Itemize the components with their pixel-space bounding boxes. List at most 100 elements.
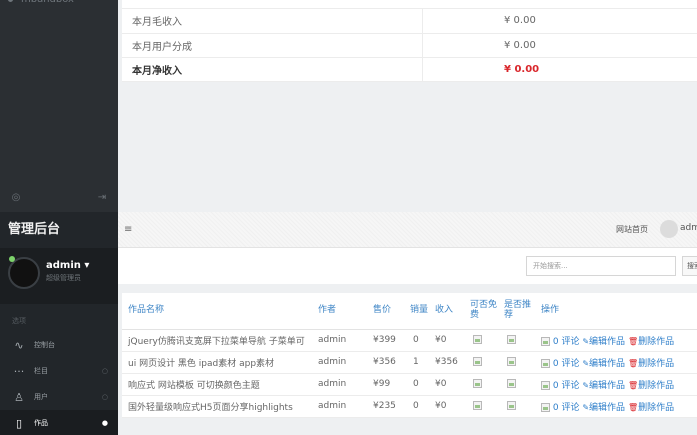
cell-recommend[interactable] — [501, 395, 535, 418]
col-header-recommend[interactable]: 是否推荐 — [501, 293, 535, 330]
delete-link[interactable]: 删除作品 — [638, 403, 674, 413]
image-icon — [507, 335, 516, 344]
menu-toggle-icon[interactable]: ≡ — [124, 224, 132, 235]
col-header-free[interactable]: 可否免费 — [467, 293, 501, 330]
delete-link[interactable]: 删除作品 — [638, 359, 674, 369]
user-icon: ♙ — [14, 390, 24, 404]
sidebar-brand[interactable]: 管理后台 — [0, 212, 118, 248]
image-icon — [541, 402, 550, 412]
trash-icon: 🗑 — [627, 358, 639, 368]
trash-icon: 🗑 — [627, 336, 639, 346]
online-status-icon — [9, 256, 15, 262]
comment-link[interactable]: 0 评论 — [553, 359, 580, 369]
image-icon — [473, 379, 482, 388]
works-header-row: 作品名称 作者 售价 销量 收入 可否免费 是否推荐 操作 — [122, 293, 697, 330]
cell-recommend[interactable] — [501, 329, 535, 352]
cell-sales: 1 — [407, 351, 429, 374]
site-home-link[interactable]: 网站首页 — [616, 224, 648, 235]
col-header-sales[interactable]: 销量 — [407, 293, 429, 330]
summary-cap — [122, 0, 697, 9]
cell-author: admin — [312, 329, 367, 352]
cell-ops: 0 评论 ✎编辑作品 🗑删除作品 — [535, 373, 697, 396]
cell-author: admin — [312, 351, 367, 374]
col-header-price[interactable]: 售价 — [367, 293, 407, 330]
image-icon — [541, 380, 550, 390]
summary-value: ¥ 0.00 — [494, 33, 697, 58]
edit-link[interactable]: 编辑作品 — [589, 381, 625, 391]
user-name[interactable]: admin ▾ — [46, 260, 89, 271]
comment-link[interactable]: 0 评论 — [553, 381, 580, 391]
sidebar-item-works[interactable]: ▯ 作品 ● — [0, 410, 118, 435]
summary-row: 本月用户分成 ¥ 0.00 — [122, 33, 697, 58]
sidebar: 管理后台 admin ▾ 超级管理员 选项 ∿ 控制台 ··· 栏目 ○ ♙ 用… — [0, 212, 118, 435]
delete-link[interactable]: 删除作品 — [638, 381, 674, 391]
search-input[interactable]: 开始搜索... — [526, 256, 676, 276]
comment-link[interactable]: 0 评论 — [553, 403, 580, 413]
image-icon — [541, 358, 550, 368]
user-panel: admin ▾ 超级管理员 — [0, 248, 118, 304]
cell-price: ¥356 — [367, 351, 407, 374]
sidebar-item-users[interactable]: ♙ 用户 ○ — [0, 384, 118, 410]
toolbar: 开始搜索... 搜索 — [118, 248, 697, 284]
cell-title[interactable]: 国外轻量级响应式H5页面分享highlights — [122, 395, 312, 418]
image-icon — [473, 335, 482, 344]
brand-dot-icon — [8, 0, 13, 2]
sidebar-item-dashboard[interactable]: ∿ 控制台 — [0, 332, 118, 358]
image-icon — [473, 357, 482, 366]
comment-link[interactable]: 0 评论 — [553, 337, 580, 347]
top-brand-peek: mbandbox — [8, 0, 74, 5]
cell-author: admin — [312, 373, 367, 396]
col-header-income[interactable]: 收入 — [429, 293, 467, 330]
edit-link[interactable]: 编辑作品 — [589, 359, 625, 369]
image-icon — [507, 357, 516, 366]
cell-income: ¥356 — [429, 351, 467, 374]
cell-ops: 0 评论 ✎编辑作品 🗑删除作品 — [535, 395, 697, 418]
cell-income: ¥0 — [429, 373, 467, 396]
settings-icon[interactable]: ◎ — [10, 192, 22, 204]
dots-icon: ··· — [13, 364, 25, 378]
tablet-icon: ▯ — [15, 416, 23, 430]
cell-free[interactable] — [467, 329, 501, 352]
col-header-title[interactable]: 作品名称 — [122, 293, 312, 330]
cell-title[interactable]: 响应式 网站模板 可切换颜色主题 — [122, 373, 312, 396]
sidebar-item-label: 用户 — [34, 393, 48, 401]
main-area: ≡ 网站首页 admi 开始搜索... 搜索 作品名称 作者 售价 销量 收入 … — [118, 212, 697, 435]
summary-row: 本月毛收入 ¥ 0.00 — [122, 9, 697, 34]
sidebar-item-label: 作品 — [34, 419, 48, 427]
cell-free[interactable] — [467, 373, 501, 396]
edit-link[interactable]: 编辑作品 — [589, 403, 625, 413]
cell-title[interactable]: jQuery仿腾讯支宽屏下拉菜单导航 子菜单可 — [122, 329, 312, 352]
sidebar-item-columns[interactable]: ··· 栏目 ○ — [0, 358, 118, 384]
delete-link[interactable]: 删除作品 — [638, 337, 674, 347]
cell-sales: 0 — [407, 329, 429, 352]
summary-spacer — [421, 9, 494, 34]
expand-icon: ○ — [101, 393, 108, 401]
summary-row-net: 本月净收入 ¥ 0.00 — [122, 57, 697, 82]
topbar-user[interactable]: admi — [680, 223, 697, 233]
works-table: 作品名称 作者 售价 销量 收入 可否免费 是否推荐 操作 jQuery仿腾讯支… — [122, 293, 697, 418]
trash-icon: 🗑 — [627, 402, 639, 412]
image-icon — [541, 336, 550, 346]
summary-spacer — [421, 33, 494, 58]
col-header-ops: 操作 — [535, 293, 697, 330]
cell-free[interactable] — [467, 351, 501, 374]
cell-income: ¥0 — [429, 395, 467, 418]
cell-sales: 0 — [407, 373, 429, 396]
topbar-avatar[interactable] — [660, 220, 678, 238]
cell-recommend[interactable] — [501, 373, 535, 396]
cell-ops: 0 评论 ✎编辑作品 🗑删除作品 — [535, 329, 697, 352]
cell-recommend[interactable] — [501, 351, 535, 374]
summary-value: ¥ 0.00 — [494, 9, 697, 34]
cell-free[interactable] — [467, 395, 501, 418]
edit-link[interactable]: 编辑作品 — [589, 337, 625, 347]
search-button[interactable]: 搜索 — [682, 256, 697, 276]
cell-price: ¥399 — [367, 329, 407, 352]
sidebar-item-label: 栏目 — [34, 367, 48, 375]
trash-icon: 🗑 — [627, 380, 639, 390]
cell-ops: 0 评论 ✎编辑作品 🗑删除作品 — [535, 351, 697, 374]
logout-icon[interactable]: ⇥ — [96, 192, 108, 204]
summary-value-net: ¥ 0.00 — [494, 57, 697, 82]
cell-title[interactable]: ui 网页设计 黑色 ipad素材 app素材 — [122, 351, 312, 374]
table-row: ui 网页设计 黑色 ipad素材 app素材 admin ¥356 1 ¥35… — [122, 351, 697, 374]
col-header-author[interactable]: 作者 — [312, 293, 367, 330]
